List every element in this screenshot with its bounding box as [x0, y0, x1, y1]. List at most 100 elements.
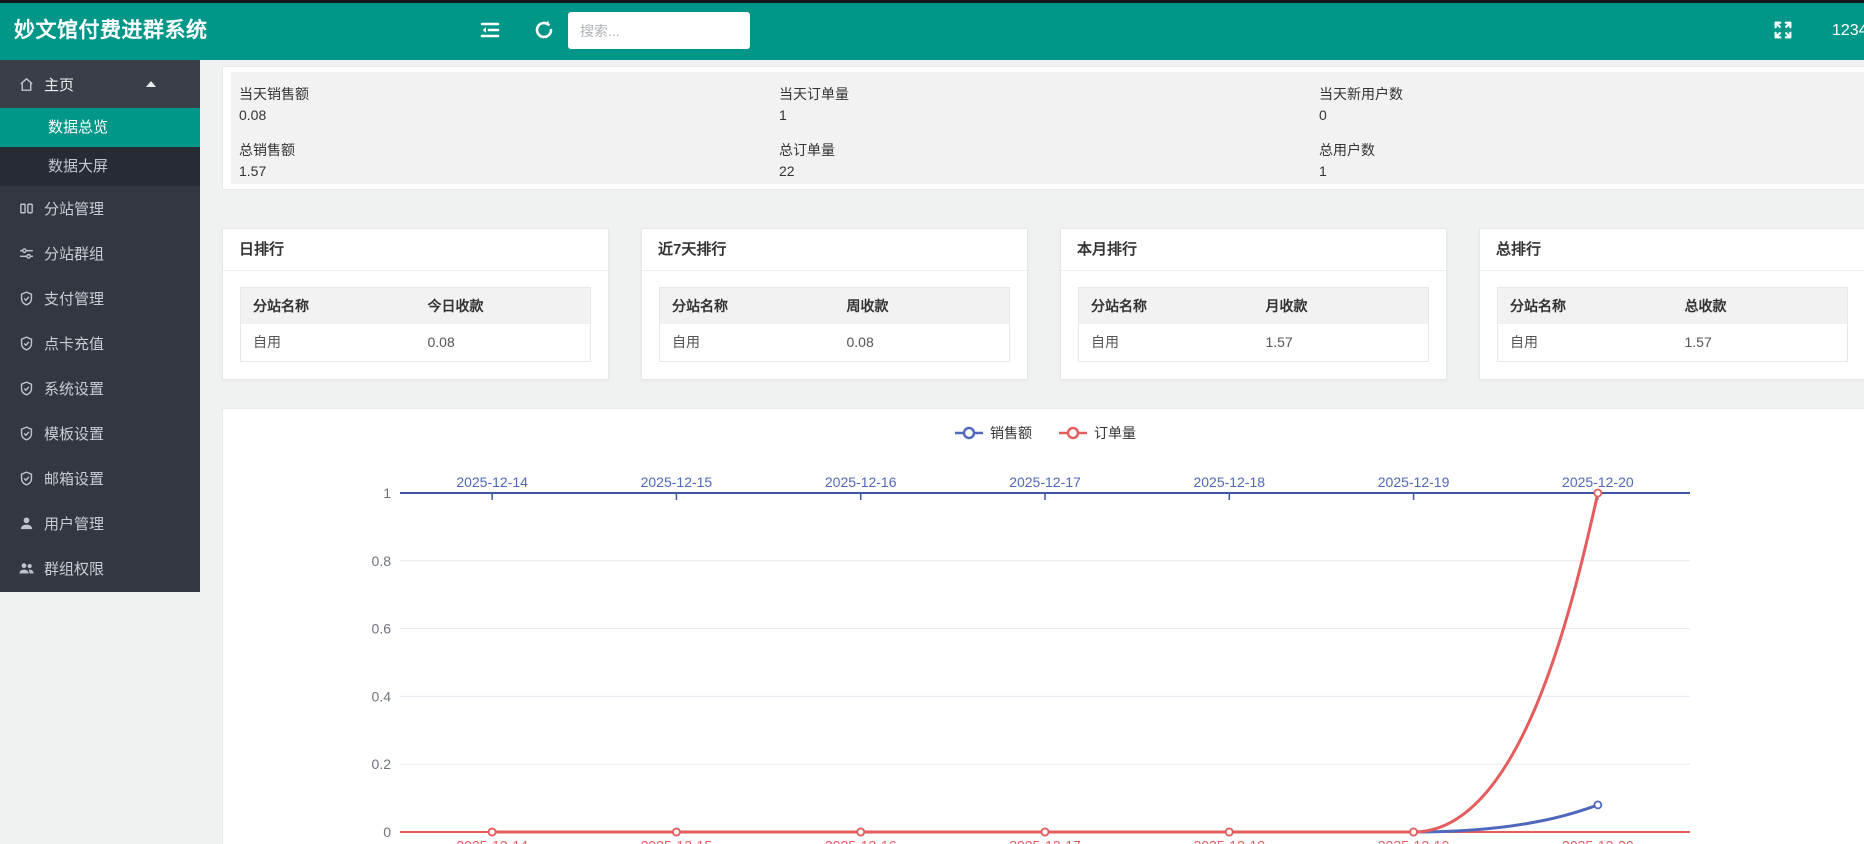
legend-item-1[interactable]: 订单量: [1058, 423, 1136, 443]
table-cell: 1.57: [1673, 324, 1848, 362]
ranking-table: 分站名称周收款自用0.08: [659, 287, 1010, 362]
shield-check-icon: [18, 290, 35, 307]
ranking-col-header: 分站名称: [241, 288, 416, 324]
ranking-col-header: 分站名称: [1079, 288, 1254, 324]
sidebar-item-3[interactable]: 支付管理: [0, 276, 200, 321]
x-axis-bottom-label: 2025-12-14: [456, 837, 528, 844]
header-username[interactable]: 12345: [1832, 0, 1864, 60]
x-axis-bottom-label: 2025-12-20: [1562, 837, 1634, 844]
stat-value: 22: [779, 161, 1319, 182]
x-axis-top-label: 2025-12-20: [1562, 474, 1634, 490]
stat-label: 总订单量: [779, 140, 1319, 161]
shield-check-icon: [18, 380, 35, 397]
table-cell: 0.08: [835, 324, 1010, 362]
ranking-table-header-row: 分站名称总收款: [1498, 288, 1848, 324]
ranking-table-header-row: 分站名称今日收款: [241, 288, 591, 324]
chart-legend: 销售额 订单量: [400, 423, 1690, 443]
x-axis-bottom-label: 2025-12-15: [641, 837, 713, 844]
legend-item-0[interactable]: 销售额: [954, 423, 1032, 443]
ranking-col-header: 周收款: [835, 288, 1010, 324]
ranking-card-1: 近7天排行分站名称周收款自用0.08: [641, 228, 1028, 380]
refresh-icon[interactable]: [532, 18, 556, 42]
user-icon: [18, 515, 35, 532]
ranking-card-title: 日排行: [223, 229, 608, 271]
sidebar-item-label: 邮箱设置: [44, 468, 104, 489]
stats-column-0: 当天销售额0.08 总销售额1.57: [239, 84, 779, 196]
y-tick-label: 0: [383, 824, 391, 840]
sidebar-item-label: 分站群组: [44, 243, 104, 264]
sidebar-item-8[interactable]: 用户管理: [0, 501, 200, 546]
ranking-card-title: 近7天排行: [642, 229, 1027, 271]
x-axis-top-label: 2025-12-17: [1009, 474, 1081, 490]
stat-item: 当天销售额0.08: [239, 84, 779, 126]
sliders-icon: [18, 245, 35, 262]
stat-label: 当天订单量: [779, 84, 1319, 105]
collapse-menu-icon[interactable]: [478, 18, 502, 42]
y-tick-label: 1: [383, 485, 391, 501]
table-cell: 0.08: [416, 324, 591, 362]
sidebar-item-1[interactable]: 分站管理: [0, 186, 200, 231]
sidebar-item-6[interactable]: 模板设置: [0, 411, 200, 456]
stat-label: 当天新用户数: [1319, 84, 1864, 105]
stat-label: 总用户数: [1319, 140, 1864, 161]
table-cell: 自用: [1498, 324, 1673, 362]
table-row: 自用0.08: [241, 324, 591, 362]
window-top-edge: [0, 0, 1864, 3]
sidebar-item-4[interactable]: 点卡充值: [0, 321, 200, 366]
stat-item: 总用户数1: [1319, 140, 1864, 182]
search-input[interactable]: [568, 12, 750, 49]
stats-column-1: 当天订单量1 总订单量22: [779, 84, 1319, 196]
stat-item: 当天新用户数0: [1319, 84, 1864, 126]
sidebar-subitem-0[interactable]: 数据总览: [0, 108, 200, 147]
ranking-card-2: 本月排行分站名称月收款自用1.57: [1060, 228, 1447, 380]
stat-value: 0.08: [239, 105, 779, 126]
stats-column-2: 当天新用户数0 总用户数1: [1319, 84, 1864, 196]
sidebar-item-2[interactable]: 分站群组: [0, 231, 200, 276]
legend-marker-icon: [1058, 426, 1088, 440]
table-cell: 自用: [660, 324, 835, 362]
sidebar-item-5[interactable]: 系统设置: [0, 366, 200, 411]
y-tick-label: 0.4: [372, 688, 392, 704]
x-axis-bottom-label: 2025-12-19: [1378, 837, 1450, 844]
sidebar-item-9[interactable]: 群组权限: [0, 546, 200, 591]
sidebar-item-label: 群组权限: [44, 558, 104, 579]
shield-check-icon: [18, 470, 35, 487]
shield-check-icon: [18, 335, 35, 352]
table-row: 自用0.08: [660, 324, 1010, 362]
sidebar-item-home[interactable]: 主页: [0, 60, 200, 108]
x-axis-bottom-label: 2025-12-17: [1009, 837, 1081, 844]
chevron-up-icon: [146, 81, 156, 87]
x-axis-bottom-label: 2025-12-18: [1193, 837, 1265, 844]
stat-value: 1: [1319, 161, 1864, 182]
x-axis-top-label: 2025-12-18: [1193, 474, 1265, 490]
stat-value: 1: [779, 105, 1319, 126]
table-cell: 自用: [241, 324, 416, 362]
table-cell: 1.57: [1254, 324, 1429, 362]
sidebar-item-7[interactable]: 邮箱设置: [0, 456, 200, 501]
sidebar-item-label: 模板设置: [44, 423, 104, 444]
users-icon: [18, 560, 35, 577]
x-axis-top-label: 2025-12-15: [641, 474, 713, 490]
legend-marker-icon: [954, 426, 984, 440]
orders-series-marker: [1226, 829, 1233, 836]
stat-item: 总销售额1.57: [239, 140, 779, 182]
orders-series-line: [492, 493, 1598, 832]
orders-series-marker: [1042, 829, 1049, 836]
ranking-col-header: 分站名称: [1498, 288, 1673, 324]
ranking-card-0: 日排行分站名称今日收款自用0.08: [222, 228, 609, 380]
ranking-card-body: 分站名称总收款自用1.57: [1480, 271, 1864, 378]
ranking-card-title: 本月排行: [1061, 229, 1446, 271]
ranking-table-header-row: 分站名称月收款: [1079, 288, 1429, 324]
sidebar-item-label: 系统设置: [44, 378, 104, 399]
ranking-card-3: 总排行分站名称总收款自用1.57: [1479, 228, 1864, 380]
home-icon: [18, 76, 35, 93]
fullscreen-icon[interactable]: [1772, 19, 1794, 41]
legend-label: 销售额: [990, 423, 1032, 443]
sidebar-subitem-1[interactable]: 数据大屏: [0, 147, 200, 186]
y-tick-label: 0.2: [372, 756, 392, 772]
ranking-col-header: 今日收款: [416, 288, 591, 324]
sales-series-marker: [1594, 801, 1601, 808]
sidebar-submenu: 数据总览数据大屏: [0, 108, 200, 186]
sidebar-nav: 主页数据总览数据大屏分站管理分站群组支付管理点卡充值系统设置模板设置邮箱设置用户…: [0, 60, 200, 592]
stats-panel: 当天销售额0.08总销售额1.57当天订单量1总订单量22当天新用户数0总用户数…: [222, 66, 1864, 190]
